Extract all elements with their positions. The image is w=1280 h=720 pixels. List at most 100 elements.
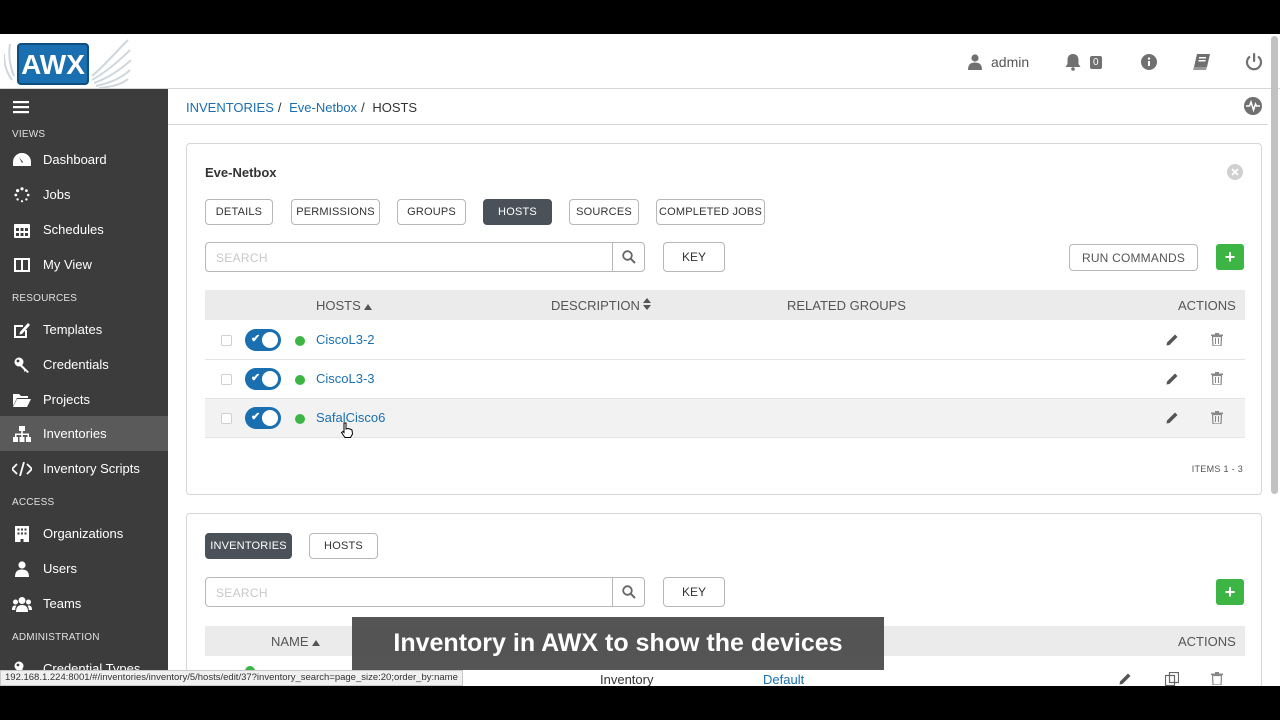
user-icon bbox=[968, 54, 982, 70]
add-host-button[interactable]: + bbox=[1216, 244, 1244, 270]
sidebar-item-schedules[interactable]: Schedules bbox=[0, 212, 168, 247]
delete-trash-icon[interactable] bbox=[1211, 411, 1223, 429]
about-button[interactable] bbox=[1141, 52, 1157, 72]
sidebar-item-dashboard[interactable]: Dashboard bbox=[0, 142, 168, 177]
close-icon[interactable] bbox=[1227, 164, 1243, 185]
sitemap-icon bbox=[12, 425, 32, 443]
host-enabled-toggle[interactable]: ✔ bbox=[245, 329, 281, 351]
tab-details[interactable]: DETAILS bbox=[205, 199, 273, 225]
sidebar-item-organizations[interactable]: Organizations bbox=[0, 516, 168, 551]
awx-logo[interactable]: AWX bbox=[3, 36, 134, 89]
user-menu[interactable]: admin bbox=[968, 52, 1029, 72]
status-ok-dot bbox=[295, 375, 305, 385]
key-icon bbox=[12, 356, 32, 374]
sidebar-item-label: Inventory Scripts bbox=[43, 461, 140, 476]
sidebar-item-label: Credentials bbox=[43, 357, 109, 372]
activity-stream-icon[interactable] bbox=[1244, 97, 1262, 120]
breadcrumb-inventory-name[interactable]: Eve-Netbox bbox=[289, 100, 357, 115]
sidebar-item-projects[interactable]: Projects bbox=[0, 382, 168, 417]
tab-completed-jobs[interactable]: COMPLETED JOBS bbox=[656, 199, 765, 225]
sidebar-item-my-view[interactable]: My View bbox=[0, 247, 168, 282]
run-commands-button[interactable]: RUN COMMANDS bbox=[1069, 244, 1198, 271]
host-name-link[interactable]: CiscoL3-2 bbox=[316, 332, 375, 347]
column-actions: ACTIONS bbox=[1178, 634, 1236, 649]
section-administration: ADMINISTRATION bbox=[12, 632, 100, 643]
tab-permissions[interactable]: PERMISSIONS bbox=[291, 199, 380, 225]
sidebar-item-inventories[interactable]: Inventories bbox=[0, 416, 168, 451]
table-row[interactable]: ✔ CiscoL3-2 bbox=[205, 321, 1245, 360]
sidebar-item-label: Users bbox=[43, 561, 77, 576]
breadcrumb-inventories[interactable]: INVENTORIES bbox=[186, 100, 274, 115]
sidebar-item-users[interactable]: Users bbox=[0, 551, 168, 586]
tab-groups[interactable]: GROUPS bbox=[397, 199, 466, 225]
host-enabled-toggle[interactable]: ✔ bbox=[245, 407, 281, 429]
sort-icon bbox=[643, 298, 652, 310]
section-access: ACCESS bbox=[12, 497, 55, 508]
user-icon bbox=[12, 560, 32, 578]
sidebar-item-credentials[interactable]: Credentials bbox=[0, 347, 168, 382]
section-views: VIEWS bbox=[12, 129, 46, 140]
notifications-button[interactable]: 0 bbox=[1064, 52, 1102, 72]
folder-icon bbox=[12, 391, 32, 409]
search-button[interactable] bbox=[612, 578, 644, 606]
page-scrollbar[interactable] bbox=[1271, 36, 1278, 494]
row-checkbox[interactable] bbox=[221, 335, 232, 346]
breadcrumb: INVENTORIES / Eve-Netbox / HOSTS bbox=[186, 100, 418, 115]
section-resources: RESOURCES bbox=[12, 293, 78, 304]
power-icon bbox=[1245, 53, 1263, 71]
tab-hosts[interactable]: HOSTS bbox=[483, 199, 552, 225]
breadcrumb-current: HOSTS bbox=[372, 100, 418, 115]
docs-button[interactable] bbox=[1193, 52, 1211, 72]
delete-trash-icon[interactable] bbox=[1211, 372, 1223, 390]
sidebar-item-teams[interactable]: Teams bbox=[0, 586, 168, 621]
status-ok-dot bbox=[295, 336, 305, 346]
tab-inventories[interactable]: INVENTORIES bbox=[205, 533, 292, 559]
sidebar-item-jobs[interactable]: Jobs bbox=[0, 177, 168, 212]
tab-sources[interactable]: SOURCES bbox=[569, 199, 639, 225]
search-icon bbox=[621, 250, 636, 264]
sidebar-item-label: Dashboard bbox=[43, 152, 107, 167]
items-count: ITEMS 1 - 3 bbox=[1191, 464, 1243, 474]
key-button[interactable]: KEY bbox=[663, 242, 725, 272]
bell-icon bbox=[1065, 54, 1081, 71]
edit-pencil-icon[interactable] bbox=[1166, 372, 1179, 390]
search-input[interactable]: SEARCH bbox=[205, 242, 645, 272]
sidebar-item-inventory-scripts[interactable]: Inventory Scripts bbox=[0, 451, 168, 486]
column-hosts[interactable]: HOSTS bbox=[316, 298, 373, 313]
table-row[interactable]: ✔ SafalCisco6 bbox=[205, 399, 1245, 438]
copy-icon[interactable] bbox=[1164, 671, 1180, 686]
table-row[interactable]: ✔ CiscoL3-3 bbox=[205, 360, 1245, 399]
sidebar-item-label: Organizations bbox=[43, 526, 124, 541]
book-icon bbox=[1193, 54, 1210, 70]
info-icon bbox=[1141, 54, 1157, 70]
key-button[interactable]: KEY bbox=[663, 577, 725, 607]
sidebar-item-label: Teams bbox=[43, 596, 82, 611]
host-name-link[interactable]: CiscoL3-3 bbox=[316, 371, 375, 386]
hamburger-menu-icon[interactable] bbox=[13, 100, 29, 119]
logout-button[interactable] bbox=[1245, 52, 1263, 72]
sidebar-item-templates[interactable]: Templates bbox=[0, 312, 168, 347]
code-icon bbox=[12, 460, 32, 478]
delete-trash-icon[interactable] bbox=[1211, 333, 1223, 351]
add-inventory-button[interactable]: + bbox=[1216, 579, 1244, 605]
tab-hosts[interactable]: HOSTS bbox=[309, 533, 378, 559]
organization-link[interactable]: Default bbox=[763, 672, 804, 686]
row-checkbox[interactable] bbox=[221, 413, 232, 424]
edit-pencil-icon[interactable] bbox=[1166, 411, 1179, 429]
edit-pencil-icon[interactable] bbox=[1166, 333, 1179, 351]
delete-trash-icon[interactable] bbox=[1211, 672, 1223, 686]
search-input[interactable]: SEARCH bbox=[205, 577, 645, 607]
column-name[interactable]: NAME bbox=[271, 634, 321, 649]
search-placeholder: SEARCH bbox=[216, 586, 268, 600]
check-icon: ✔ bbox=[251, 372, 261, 384]
sort-asc-icon bbox=[364, 304, 373, 310]
edit-pencil-icon[interactable] bbox=[1119, 672, 1132, 686]
host-enabled-toggle[interactable]: ✔ bbox=[245, 368, 281, 390]
username: admin bbox=[991, 54, 1030, 70]
sidebar-item-label: Schedules bbox=[43, 222, 104, 237]
row-checkbox[interactable] bbox=[221, 374, 232, 385]
column-description[interactable]: DESCRIPTION bbox=[551, 298, 652, 313]
search-button[interactable] bbox=[612, 243, 644, 271]
notification-count-badge: 0 bbox=[1090, 55, 1102, 69]
pencil-square-icon bbox=[12, 321, 32, 339]
